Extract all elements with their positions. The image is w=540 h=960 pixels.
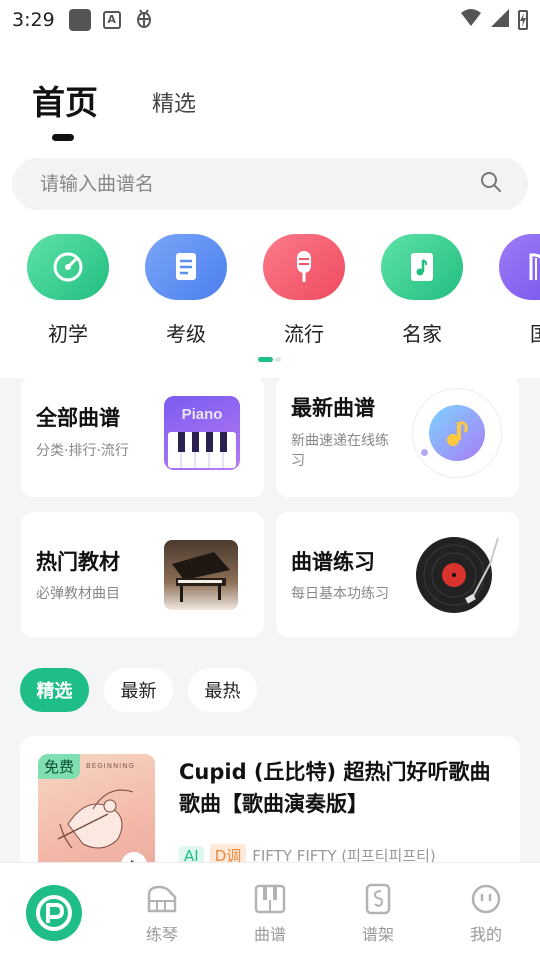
nav-label: 练琴	[145, 925, 178, 944]
tab-home-label: 首页	[32, 83, 98, 122]
category-row: 初学 考级 流行 名家 国	[27, 234, 540, 344]
harp-icon	[499, 234, 540, 300]
notification-a-icon: A	[102, 11, 121, 29]
song-list: BEGINNING 免费 Cupid (丘比特) 超热门好听歌曲歌曲【歌曲演奏版…	[0, 724, 540, 886]
feature-grid: 全部曲谱 分类·排行·流行 Piano 最新曲谱 新曲速递在线练习 热门教材 必…	[0, 376, 540, 648]
nav-label: 我的	[469, 925, 502, 944]
tab-active-indicator	[52, 134, 74, 141]
nav-label: 谱架	[361, 925, 394, 944]
filter-chip-latest[interactable]: 最新	[104, 668, 173, 712]
free-tag: 免费	[38, 754, 81, 779]
card-badge: Piano	[181, 406, 223, 423]
debug-icon	[133, 7, 155, 34]
category-label: 名家	[402, 322, 442, 344]
category-label: 考级	[166, 322, 206, 344]
page-dot	[275, 357, 281, 362]
category-beginner[interactable]: 初学	[27, 234, 109, 344]
document-icon	[145, 234, 227, 300]
filter-chip-featured[interactable]: 精选	[20, 668, 89, 712]
tab-featured[interactable]: 精选	[152, 86, 196, 118]
nav-profile[interactable]: 我的	[456, 883, 516, 945]
category-page-indicator	[258, 357, 281, 362]
top-tabs: 首页 精选	[32, 76, 196, 141]
card-subtitle: 每日基本功练习	[291, 586, 389, 602]
card-subtitle: 必弹教材曲目	[36, 586, 120, 602]
music-stand-icon	[365, 883, 391, 915]
tab-home[interactable]: 首页	[32, 76, 98, 141]
battery-icon	[518, 10, 528, 30]
search-bar[interactable]	[12, 158, 528, 210]
category-label: 国	[499, 318, 540, 344]
nav-label: 曲谱	[253, 925, 286, 944]
category-national[interactable]: 国	[499, 234, 540, 344]
piano-keys-icon: Piano	[164, 396, 240, 470]
category-masters[interactable]: 名家	[381, 234, 463, 344]
dial-icon	[27, 234, 109, 300]
card-title: 最新曲谱	[291, 396, 375, 420]
song-title: Cupid (丘比特) 超热门好听歌曲歌曲【歌曲演奏版】	[179, 760, 491, 816]
card-all-scores[interactable]: 全部曲谱 分类·排行·流行 Piano	[21, 376, 264, 497]
category-label: 流行	[284, 322, 324, 344]
nav-home-button[interactable]	[26, 885, 82, 941]
status-bar: 3:29 A	[0, 0, 540, 40]
nav-practice[interactable]: 练琴	[132, 883, 192, 945]
status-time: 3:29	[12, 9, 55, 31]
card-title: 全部曲谱	[36, 406, 120, 430]
keyboard-icon	[254, 884, 286, 914]
filter-chip-hottest[interactable]: 最热	[188, 668, 257, 712]
microphone-icon	[263, 234, 345, 300]
signal-icon	[490, 8, 510, 32]
music-note-icon	[412, 388, 502, 478]
vinyl-record-icon	[414, 534, 504, 618]
card-title: 曲谱练习	[291, 550, 375, 574]
piano-icon	[147, 885, 177, 913]
search-icon[interactable]	[480, 171, 502, 197]
wifi-icon	[460, 9, 482, 31]
nav-scores[interactable]: 曲谱	[240, 883, 300, 945]
app-logo-icon	[36, 895, 72, 931]
page-dot-active	[258, 357, 273, 362]
category-exam[interactable]: 考级	[145, 234, 227, 344]
bottom-nav: 练琴 曲谱 谱架 我的	[0, 862, 540, 960]
category-pop[interactable]: 流行	[263, 234, 345, 344]
card-title: 热门教材	[36, 550, 120, 574]
category-label: 初学	[48, 322, 88, 344]
grand-piano-image	[164, 540, 238, 610]
search-input[interactable]	[40, 173, 480, 195]
card-subtitle: 分类·排行·流行	[36, 443, 129, 459]
profile-icon	[471, 884, 501, 914]
nav-music-stand[interactable]: 谱架	[348, 883, 408, 945]
card-popular-textbook[interactable]: 热门教材 必弹教材曲目	[21, 512, 264, 637]
card-subtitle: 新曲速递在线练习	[291, 433, 389, 469]
notification-app-icon	[68, 9, 91, 31]
card-score-practice[interactable]: 曲谱练习 每日基本功练习	[276, 512, 519, 637]
card-new-scores[interactable]: 最新曲谱 新曲速递在线练习	[276, 376, 519, 497]
sheet-music-icon	[381, 234, 463, 300]
